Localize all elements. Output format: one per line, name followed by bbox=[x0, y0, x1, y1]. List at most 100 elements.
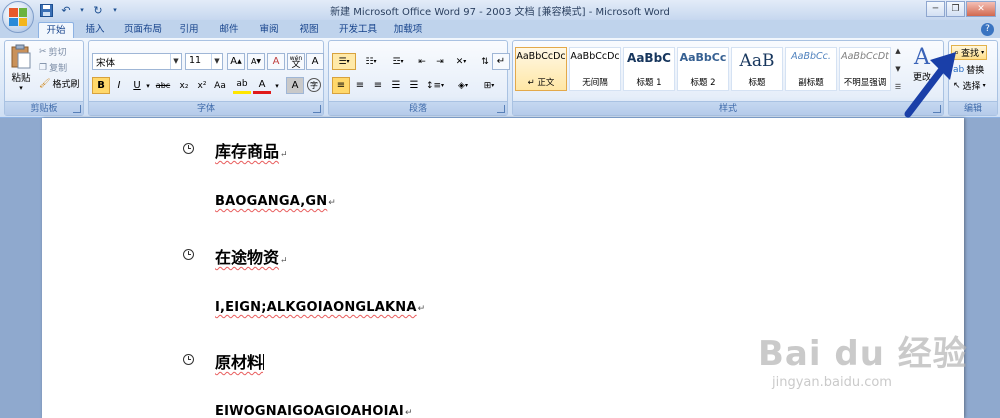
distributed-icon: ☰ bbox=[409, 80, 419, 91]
find-dropdown-icon[interactable]: ▾ bbox=[981, 49, 984, 56]
strikethrough-button[interactable]: abc bbox=[153, 77, 173, 94]
borders-icon: ⊞ bbox=[483, 80, 492, 91]
undo-dropdown-icon[interactable]: ▾ bbox=[78, 2, 86, 18]
align-right-button[interactable]: ≡ bbox=[369, 77, 387, 94]
text-cursor bbox=[263, 354, 265, 370]
doc-line-6[interactable]: EIWOGNAIGOAGIOAHOIAI↵ bbox=[215, 404, 413, 418]
style-subtitle[interactable]: AaBbCc. 副标题 bbox=[785, 47, 837, 91]
numbering-button[interactable]: ☷ ▾ bbox=[359, 53, 383, 70]
show-marks-button[interactable]: ↵ bbox=[492, 53, 510, 70]
bold-icon: B bbox=[97, 80, 105, 91]
undo-icon[interactable]: ↶ bbox=[58, 2, 74, 18]
tab-view[interactable]: 视图 bbox=[294, 22, 324, 38]
customize-qat-icon[interactable]: ▾ bbox=[110, 2, 120, 18]
font-launcher-icon[interactable] bbox=[313, 105, 321, 113]
bold-button[interactable]: B bbox=[92, 77, 110, 94]
doc-line-2[interactable]: BAOGANGA,GN↵ bbox=[215, 194, 336, 209]
decrease-indent-icon: ⇤ bbox=[418, 56, 426, 67]
distributed-button[interactable]: ☰ bbox=[405, 77, 423, 94]
strikethrough-icon: abc bbox=[155, 81, 171, 90]
paragraph-launcher-icon[interactable] bbox=[497, 105, 505, 113]
select-dropdown-icon[interactable]: ▾ bbox=[983, 82, 986, 89]
chevron-down-icon[interactable]: ▼ bbox=[211, 54, 222, 69]
style-subtle-emphasis[interactable]: AaBbCcDt 不明显强调 bbox=[839, 47, 891, 91]
doc-line-5[interactable]: 原材料 bbox=[215, 349, 265, 373]
paragraph-mark-icon: ↵ bbox=[328, 198, 337, 208]
font-name-combo[interactable]: 宋体 ▼ bbox=[92, 53, 182, 70]
clipboard-group-label: 剪贴板 bbox=[5, 101, 83, 115]
line-spacing-button[interactable]: ↕≡ ▾ bbox=[423, 77, 447, 94]
underline-icon: U bbox=[133, 80, 141, 91]
phonetic-guide-button[interactable]: wén 文 bbox=[287, 53, 305, 70]
decrease-indent-button[interactable]: ⇤ bbox=[413, 53, 431, 70]
shading-button[interactable]: ◈ ▾ bbox=[451, 77, 475, 94]
chinese-layout-button[interactable]: ✕ ▾ bbox=[449, 53, 473, 70]
shrink-font-button[interactable]: A ▼ bbox=[247, 53, 265, 70]
cut-button[interactable]: ✂ 剪切 bbox=[39, 45, 67, 59]
doc-line-5-text: 原材料 bbox=[215, 353, 264, 372]
copy-button[interactable]: ❐ 复制 bbox=[39, 61, 68, 75]
character-border-icon: A bbox=[311, 56, 319, 67]
tab-insert[interactable]: 插入 bbox=[80, 22, 110, 38]
style-no-spacing[interactable]: AaBbCcDc 无间隔 bbox=[569, 47, 621, 91]
subscript-button[interactable]: x₂ bbox=[175, 77, 193, 94]
align-center-button[interactable]: ≡ bbox=[351, 77, 369, 94]
bullets-button[interactable]: ☰ ▾ bbox=[332, 53, 356, 70]
clipboard-launcher-icon[interactable] bbox=[73, 105, 81, 113]
align-right-icon: ≡ bbox=[373, 80, 383, 91]
clear-formatting-button[interactable]: A bbox=[267, 53, 285, 70]
tab-add-ins[interactable]: 加载项 bbox=[390, 22, 426, 38]
grow-font-button[interactable]: A ▲ bbox=[227, 53, 245, 70]
align-center-icon: ≡ bbox=[355, 80, 365, 91]
style-title-name: 标题 bbox=[748, 78, 766, 88]
ribbon-tabs: 开始 插入 页面布局 引用 邮件 审阅 视图 开发工具 加载项 ? bbox=[0, 20, 1000, 38]
save-icon[interactable] bbox=[38, 2, 54, 18]
doc-line-4-text: I,EIGN;ALKGOIAONGLAKNA bbox=[215, 300, 417, 315]
style-heading-1[interactable]: AaBbC 标题 1 bbox=[623, 47, 675, 91]
underline-dropdown-icon[interactable]: ▾ bbox=[144, 77, 152, 94]
copy-icon: ❐ bbox=[39, 62, 48, 73]
enclose-character-button[interactable]: 字 bbox=[307, 78, 321, 92]
restore-button[interactable]: ❐ bbox=[946, 1, 965, 17]
tab-references[interactable]: 引用 bbox=[174, 22, 204, 38]
style-normal-name: ↵ 正文 bbox=[527, 78, 555, 88]
font-color-button[interactable]: A bbox=[253, 77, 271, 94]
minimize-button[interactable]: ─ bbox=[926, 1, 945, 17]
font-size-combo[interactable]: 11 ▼ bbox=[185, 53, 223, 70]
tab-page-layout[interactable]: 页面布局 bbox=[118, 22, 168, 38]
format-painter-button[interactable]: 🖌 格式刷 bbox=[39, 77, 79, 91]
character-shading-button[interactable]: A bbox=[286, 77, 304, 94]
tab-developer[interactable]: 开发工具 bbox=[336, 22, 380, 38]
justify-button[interactable]: ☰ bbox=[387, 77, 405, 94]
copy-label: 复制 bbox=[49, 64, 68, 74]
tab-review[interactable]: 审阅 bbox=[254, 22, 284, 38]
change-case-button[interactable]: Aa bbox=[211, 77, 229, 94]
superscript-button[interactable]: x² bbox=[193, 77, 211, 94]
style-heading-1-sample: AaBbC bbox=[627, 51, 671, 65]
doc-line-3[interactable]: 在途物资↵ bbox=[215, 244, 288, 268]
multilevel-list-button[interactable]: ☲ ▾ bbox=[386, 53, 410, 70]
font-color-dropdown-icon[interactable]: ▾ bbox=[273, 77, 281, 94]
style-title[interactable]: AaB 标题 bbox=[731, 47, 783, 91]
style-normal[interactable]: AaBbCcDc ↵ 正文 bbox=[515, 47, 567, 91]
tab-home[interactable]: 开始 bbox=[38, 22, 74, 38]
title-bar: 新建 Microsoft Office Word 97 - 2003 文档 [兼… bbox=[0, 0, 1000, 20]
doc-line-4[interactable]: I,EIGN;ALKGOIAONGLAKNA↵ bbox=[215, 300, 425, 315]
sort-icon: ⇅ bbox=[481, 56, 489, 67]
help-icon[interactable]: ? bbox=[981, 23, 994, 36]
paste-button[interactable]: 粘贴 ▾ bbox=[8, 44, 34, 92]
highlight-button[interactable]: ab bbox=[233, 77, 251, 94]
chevron-down-icon[interactable]: ▼ bbox=[170, 54, 181, 69]
redo-icon[interactable]: ↻ bbox=[90, 2, 106, 18]
office-button[interactable] bbox=[2, 1, 34, 33]
tab-mailings[interactable]: 邮件 bbox=[214, 22, 244, 38]
character-border-button[interactable]: A bbox=[306, 53, 324, 70]
increase-indent-button[interactable]: ⇥ bbox=[431, 53, 449, 70]
borders-button[interactable]: ⊞ ▾ bbox=[477, 77, 501, 94]
doc-line-1[interactable]: 库存商品↵ bbox=[215, 138, 288, 162]
italic-button[interactable]: I bbox=[110, 77, 128, 94]
align-left-button[interactable]: ≡ bbox=[332, 77, 350, 94]
doc-line-1-text: 库存商品 bbox=[215, 142, 280, 161]
style-heading-2[interactable]: AaBbCc 标题 2 bbox=[677, 47, 729, 91]
close-button[interactable]: ✕ bbox=[966, 1, 996, 17]
